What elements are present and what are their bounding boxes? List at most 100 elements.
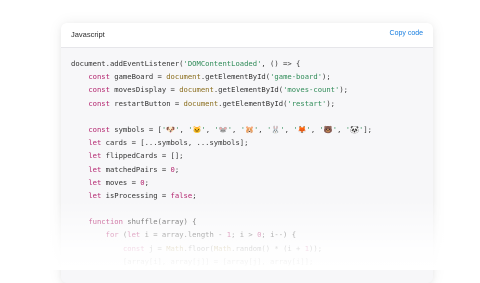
code-token	[71, 165, 88, 174]
code-token: let	[88, 191, 101, 200]
code-token: ;	[145, 178, 149, 187]
code-token: const	[88, 125, 110, 134]
code-token: moves =	[101, 178, 140, 187]
code-token: '🐭'	[214, 125, 232, 134]
code-token: let	[127, 230, 140, 239]
code-token: document	[184, 99, 219, 108]
code-token: '🐼'	[346, 125, 364, 134]
code-token: .getElementById(	[201, 72, 270, 81]
copy-code-button[interactable]: Copy code	[390, 30, 423, 37]
code-token: '🦊'	[293, 125, 311, 134]
code-line: const symbols = ['🐶', '🐱', '🐭', '🐹', '🐰'…	[71, 123, 372, 136]
code-content: document.addEventListener('DOMContentLoa…	[71, 57, 372, 268]
code-token: Math	[214, 244, 231, 253]
code-block-card: Javascript Copy code document.addEventLi…	[61, 23, 433, 283]
code-line: const gameBoard = document.getElementByI…	[71, 70, 372, 83]
code-token: let	[88, 178, 101, 187]
code-token	[71, 191, 88, 200]
code-token: );	[322, 72, 331, 81]
code-line: const j = Math.floor(Math.random() * (i …	[71, 242, 372, 255]
code-token: .floor(	[184, 244, 214, 253]
code-token: let	[88, 165, 101, 174]
code-token: ));	[309, 244, 322, 253]
code-token: ;	[175, 165, 179, 174]
code-token: );	[326, 99, 335, 108]
code-token	[71, 85, 88, 94]
code-token: [array[i], array[j]] = [array[j], array[…	[71, 257, 313, 266]
code-token: (	[119, 230, 128, 239]
code-line: const movesDisplay = document.getElement…	[71, 83, 372, 96]
code-token: '🐱'	[188, 125, 206, 134]
code-token: const	[88, 85, 110, 94]
code-token: movesDisplay =	[110, 85, 179, 94]
code-token	[71, 244, 123, 253]
code-line	[71, 110, 372, 123]
code-line: let cards = [...symbols, ...symbols];	[71, 136, 372, 149]
code-token: '🐹'	[241, 125, 259, 134]
code-token: , () => {	[261, 59, 300, 68]
code-line: let flippedCards = [];	[71, 149, 372, 162]
code-token: shuffle(array) {	[123, 217, 197, 226]
code-token: .random() * (i +	[231, 244, 305, 253]
code-line: let matchedPairs = 0;	[71, 163, 372, 176]
code-token: symbols = [	[110, 125, 162, 134]
code-token: function	[88, 217, 123, 226]
code-token: const	[88, 99, 110, 108]
code-token: document	[179, 85, 214, 94]
code-token: ,	[180, 125, 189, 134]
code-token: false	[171, 191, 193, 200]
code-line: const restartButton = document.getElemen…	[71, 97, 372, 110]
code-token: document	[166, 72, 201, 81]
code-token: ];	[363, 125, 372, 134]
code-line: [array[i], array[j]] = [array[j], array[…	[71, 255, 372, 268]
code-token: for	[106, 230, 119, 239]
code-token: ; i--) {	[261, 230, 296, 239]
code-line: function shuffle(array) {	[71, 215, 372, 228]
code-line: let isProcessing = false;	[71, 189, 372, 202]
code-token	[71, 151, 88, 160]
code-token: flippedCards = [];	[101, 151, 183, 160]
code-token: );	[339, 85, 348, 94]
code-token	[71, 230, 106, 239]
code-token: 'moves-count'	[283, 85, 339, 94]
code-token: 'DOMContentLoaded'	[184, 59, 262, 68]
code-token	[71, 125, 88, 134]
code-token: ,	[285, 125, 294, 134]
code-token: Math	[166, 244, 183, 253]
code-token: '🐻'	[319, 125, 337, 134]
code-token: let	[88, 151, 101, 160]
code-line: for (let i = array.length - 1; i > 0; i-…	[71, 228, 372, 241]
code-token: 'game-board'	[270, 72, 322, 81]
code-token	[71, 178, 88, 187]
code-line	[71, 202, 372, 215]
code-token: ,	[337, 125, 346, 134]
language-label: Javascript	[71, 30, 105, 39]
code-token: restartButton =	[110, 99, 184, 108]
code-token: i = array.length -	[140, 230, 227, 239]
code-token: ,	[232, 125, 241, 134]
code-token	[71, 72, 88, 81]
code-token	[71, 217, 88, 226]
code-line: document.addEventListener('DOMContentLoa…	[71, 57, 372, 70]
code-token: let	[88, 138, 101, 147]
code-token: matchedPairs =	[101, 165, 170, 174]
code-line: let moves = 0;	[71, 176, 372, 189]
code-token	[71, 99, 88, 108]
code-token: ,	[258, 125, 267, 134]
code-token: '🐰'	[267, 125, 285, 134]
code-token: cards = [...symbols, ...symbols];	[101, 138, 248, 147]
code-token: ; i >	[231, 230, 257, 239]
code-token: document.addEventListener(	[71, 59, 184, 68]
code-token	[71, 138, 88, 147]
code-token: .getElementById(	[214, 85, 283, 94]
code-token: gameBoard =	[110, 72, 166, 81]
code-token: ;	[192, 191, 196, 200]
code-token: j =	[145, 244, 167, 253]
code-block-header: Javascript Copy code	[61, 23, 433, 48]
code-token: const	[123, 244, 145, 253]
code-token: const	[88, 72, 110, 81]
code-token: 'restart'	[287, 99, 326, 108]
code-token: isProcessing =	[101, 191, 170, 200]
code-token: .getElementById(	[218, 99, 287, 108]
code-token: '🐶'	[162, 125, 180, 134]
